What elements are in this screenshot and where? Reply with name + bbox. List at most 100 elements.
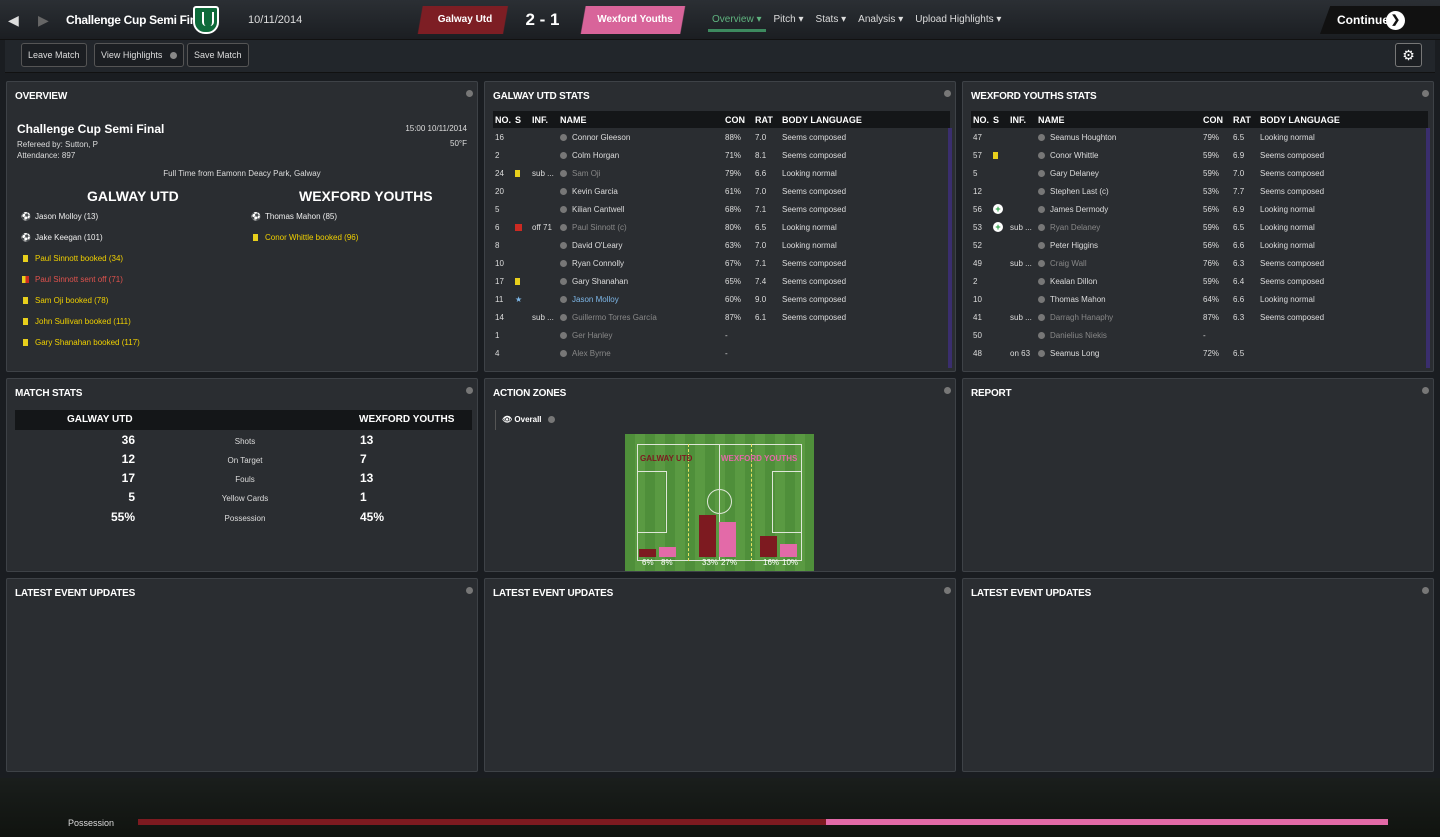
scrollbar[interactable] bbox=[948, 128, 952, 368]
column-header[interactable]: S bbox=[991, 111, 1009, 128]
column-header[interactable]: NAME bbox=[1036, 111, 1202, 128]
info-icon[interactable] bbox=[560, 313, 568, 321]
menu-analysis[interactable]: Analysis ▾ bbox=[858, 14, 903, 25]
table-row[interactable]: 17 Gary Shanahan 65% 7.4 Seems composed bbox=[493, 272, 950, 290]
panel-menu-icon[interactable] bbox=[1422, 90, 1429, 97]
away-team-tab[interactable]: Wexford Youths bbox=[575, 6, 695, 34]
player-name[interactable]: James Dermody bbox=[1036, 200, 1201, 218]
table-row[interactable]: 11 ★ Jason Molloy 60% 9.0 Seems composed bbox=[493, 290, 950, 308]
info-icon[interactable] bbox=[1038, 133, 1046, 141]
table-row[interactable]: 2 Kealan Dillon 59% 6.4 Seems composed bbox=[971, 272, 1428, 290]
player-name[interactable]: Danielius Niekis bbox=[1036, 326, 1201, 344]
player-name[interactable]: Guillermo Torres García bbox=[558, 308, 723, 326]
player-name[interactable]: Darragh Hanaphy bbox=[1036, 308, 1201, 326]
column-header[interactable]: CON bbox=[723, 111, 754, 128]
info-icon[interactable] bbox=[560, 187, 568, 195]
column-header[interactable]: NO. bbox=[493, 111, 514, 128]
table-row[interactable]: 12 Stephen Last (c) 53% 7.7 Seems composed bbox=[971, 182, 1428, 200]
player-name[interactable]: Thomas Mahon bbox=[1036, 290, 1201, 308]
table-row[interactable]: 16 Connor Gleeson 88% 7.0 Seems composed bbox=[493, 128, 950, 146]
player-name[interactable]: Colm Horgan bbox=[558, 146, 723, 164]
panel-menu-icon[interactable] bbox=[944, 587, 951, 594]
panel-menu-icon[interactable] bbox=[466, 90, 473, 97]
table-row[interactable]: 6 off 71 Paul Sinnott (c) 80% 6.5 Looking nor… bbox=[493, 218, 950, 236]
info-icon[interactable] bbox=[560, 331, 568, 339]
info-icon[interactable] bbox=[1038, 169, 1046, 177]
table-row[interactable]: 48 on 63 Seamus Long 72% 6.5 bbox=[971, 344, 1428, 362]
column-header[interactable]: NO. bbox=[971, 111, 992, 128]
column-header[interactable]: RAT bbox=[753, 111, 781, 128]
menu-stats[interactable]: Stats ▾ bbox=[816, 14, 847, 25]
info-icon[interactable] bbox=[560, 133, 568, 141]
info-icon[interactable] bbox=[1038, 259, 1046, 267]
table-row[interactable]: 53 + sub ... Ryan Delaney 59% 6.5 Looking norm… bbox=[971, 218, 1428, 236]
player-name[interactable]: Jason Molloy bbox=[558, 290, 723, 308]
view-highlights-button[interactable]: View Highlights bbox=[94, 43, 185, 67]
home-team-tab[interactable]: Galway Utd bbox=[410, 6, 520, 34]
table-row[interactable]: 10 Thomas Mahon 64% 6.6 Looking normal bbox=[971, 290, 1428, 308]
player-name[interactable]: Gary Delaney bbox=[1036, 164, 1201, 182]
table-row[interactable]: 56 + James Dermody 56% 6.9 Looking normal bbox=[971, 200, 1428, 218]
player-name[interactable]: Gary Shanahan bbox=[558, 272, 723, 290]
continue-arrow-icon[interactable]: ❯ bbox=[1386, 11, 1405, 30]
table-row[interactable]: 5 Gary Delaney 59% 7.0 Seems composed bbox=[971, 164, 1428, 182]
leave-match-button[interactable]: Leave Match bbox=[21, 43, 87, 67]
table-row[interactable]: 5 Kilian Cantwell 68% 7.1 Seems composed bbox=[493, 200, 950, 218]
panel-menu-icon[interactable] bbox=[466, 587, 473, 594]
column-header[interactable]: S bbox=[513, 111, 531, 128]
player-name[interactable]: Ryan Delaney bbox=[1036, 218, 1201, 236]
player-name[interactable]: Connor Gleeson bbox=[558, 128, 723, 146]
player-name[interactable]: Stephen Last (c) bbox=[1036, 182, 1201, 200]
save-match-button[interactable]: Save Match bbox=[187, 43, 249, 67]
column-header[interactable]: INF. bbox=[530, 111, 559, 128]
table-row[interactable]: 4 Alex Byrne - bbox=[493, 344, 950, 362]
overall-filter[interactable]: 👁 Overall bbox=[495, 410, 555, 430]
table-row[interactable]: 57 Conor Whittle 59% 6.9 Seems composed bbox=[971, 146, 1428, 164]
info-icon[interactable] bbox=[1038, 295, 1046, 303]
info-icon[interactable] bbox=[560, 151, 568, 159]
player-name[interactable]: Paul Sinnott (c) bbox=[558, 218, 723, 236]
menu-upload-highlights[interactable]: Upload Highlights ▾ bbox=[915, 14, 1001, 25]
info-icon[interactable] bbox=[560, 241, 568, 249]
info-icon[interactable] bbox=[1038, 187, 1046, 195]
info-icon[interactable] bbox=[1038, 151, 1046, 159]
table-row[interactable]: 41 sub ... Darragh Hanaphy 87% 6.3 Seems comp… bbox=[971, 308, 1428, 326]
info-icon[interactable] bbox=[560, 205, 568, 213]
gear-icon[interactable]: ⚙ bbox=[1395, 43, 1422, 67]
table-row[interactable]: 47 Seamus Houghton 79% 6.5 Looking normal bbox=[971, 128, 1428, 146]
scrollbar[interactable] bbox=[1426, 128, 1430, 368]
player-name[interactable]: Alex Byrne bbox=[558, 344, 723, 362]
info-icon[interactable] bbox=[560, 295, 568, 303]
player-name[interactable]: Ger Hanley bbox=[558, 326, 723, 344]
column-header[interactable]: BODY LANGUAGE bbox=[780, 111, 950, 128]
info-icon[interactable] bbox=[1038, 313, 1046, 321]
column-header[interactable]: RAT bbox=[1231, 111, 1259, 128]
continue-button[interactable]: Continue bbox=[1337, 13, 1389, 27]
player-name[interactable]: Seamus Long bbox=[1036, 344, 1201, 362]
menu-overview[interactable]: Overview ▾ bbox=[708, 14, 765, 32]
info-icon[interactable] bbox=[1038, 277, 1046, 285]
info-icon[interactable] bbox=[1038, 331, 1046, 339]
table-row[interactable]: 2 Colm Horgan 71% 8.1 Seems composed bbox=[493, 146, 950, 164]
player-name[interactable]: Kealan Dillon bbox=[1036, 272, 1201, 290]
player-name[interactable]: Craig Wall bbox=[1036, 254, 1201, 272]
player-name[interactable]: Ryan Connolly bbox=[558, 254, 723, 272]
panel-menu-icon[interactable] bbox=[944, 387, 951, 394]
column-header[interactable]: INF. bbox=[1008, 111, 1037, 128]
info-icon[interactable] bbox=[1038, 205, 1046, 213]
panel-menu-icon[interactable] bbox=[1422, 387, 1429, 394]
panel-menu-icon[interactable] bbox=[466, 387, 473, 394]
info-icon[interactable] bbox=[1038, 223, 1046, 231]
column-header[interactable]: CON bbox=[1201, 111, 1232, 128]
info-icon[interactable] bbox=[560, 277, 568, 285]
panel-menu-icon[interactable] bbox=[944, 90, 951, 97]
player-name[interactable]: Kilian Cantwell bbox=[558, 200, 723, 218]
player-name[interactable]: Peter Higgins bbox=[1036, 236, 1201, 254]
info-icon[interactable] bbox=[560, 223, 568, 231]
menu-pitch[interactable]: Pitch ▾ bbox=[774, 14, 804, 25]
forward-arrow-icon[interactable]: ▶ bbox=[38, 12, 49, 29]
table-row[interactable]: 49 sub ... Craig Wall 76% 6.3 Seems composed bbox=[971, 254, 1428, 272]
table-row[interactable]: 1 Ger Hanley - bbox=[493, 326, 950, 344]
table-row[interactable]: 8 David O'Leary 63% 7.0 Looking normal bbox=[493, 236, 950, 254]
table-row[interactable]: 14 sub ... Guillermo Torres García 87% 6.1 Se… bbox=[493, 308, 950, 326]
